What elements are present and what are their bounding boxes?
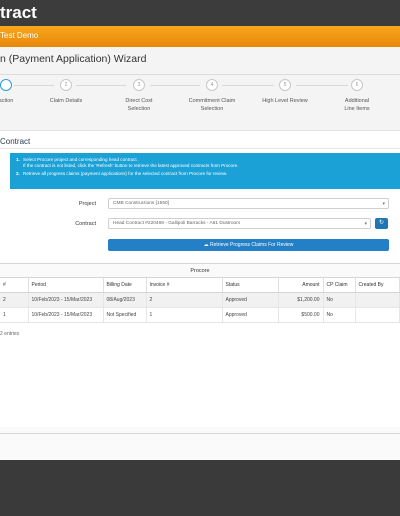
table-cell: 2: [0, 292, 29, 308]
table-cell: 10/Feb/2023 - 15/Mar/2023: [28, 307, 104, 323]
info-item: 2. Retrieve all progress claims (payment …: [16, 171, 400, 177]
column-header[interactable]: Created By: [355, 278, 400, 293]
info-item-text: Select Procore project and corresponding…: [23, 157, 138, 162]
footer-divider: [0, 433, 400, 434]
wizard-step-5[interactable]: 5 High Level Review: [245, 79, 325, 105]
table-cell: Not Specified: [103, 307, 147, 323]
step-circle: 6: [351, 79, 363, 91]
claims-table: Procore # Period Billing Date Invoice # …: [0, 263, 400, 325]
table-cell: [355, 292, 400, 308]
column-header[interactable]: Period: [28, 278, 104, 293]
step-label: Commitment Claim Selection: [188, 98, 236, 112]
step-label: Additional Line Items: [344, 98, 370, 112]
contract-card: Contract 1. Select Procore project and co…: [0, 130, 400, 427]
step-circle: 4: [206, 79, 218, 91]
column-header[interactable]: Amount: [278, 278, 324, 293]
table-cell: 08/Aug/2023: [103, 292, 147, 308]
column-header[interactable]: CP Claim: [323, 278, 356, 293]
table-cell: No: [323, 307, 356, 323]
contract-select-value: Head Contract #220469 - Gallipoli Barrac…: [113, 221, 241, 226]
column-header[interactable]: Invoice #: [146, 278, 223, 293]
table-row[interactable]: 1 10/Feb/2023 - 15/Mar/2023 Not Specifie…: [0, 307, 400, 323]
table-row[interactable]: 2 10/Feb/2023 - 15/Mar/2023 08/Aug/2023 …: [0, 292, 400, 308]
contract-label: Contract: [75, 221, 96, 227]
table-cell: $500.00: [278, 307, 324, 323]
step-circle: 5: [279, 79, 291, 91]
main-content: n (Payment Application) Wizard action 2 …: [0, 47, 400, 460]
title-divider: [0, 74, 400, 75]
table-cell: 2: [146, 292, 223, 308]
wizard-step-3[interactable]: 3 Direct Cost Selection: [99, 79, 179, 113]
wizard-steps: action 2 Claim Details 3 Direct Cost Sel…: [0, 79, 400, 131]
page: tract Test Demo n (Payment Application) …: [0, 0, 400, 516]
project-select-value: CMB Constructions [1550]: [113, 201, 169, 206]
table-cell: No: [323, 292, 356, 308]
page-footer: [0, 460, 400, 516]
info-callout: 1. Select Procore project and correspondi…: [10, 153, 400, 189]
step-label: Claim Details: [49, 98, 83, 104]
chevron-down-icon: ▾: [364, 221, 367, 227]
table-cell: Approved: [222, 307, 279, 323]
info-item: 1. Select Procore project and correspondi…: [16, 157, 400, 169]
table-cell: 1: [0, 307, 29, 323]
app-header: tract: [0, 0, 400, 26]
table-cell: Approved: [222, 292, 279, 308]
wizard-step-4[interactable]: 4 Commitment Claim Selection: [172, 79, 252, 113]
wizard-step-2[interactable]: 2 Claim Details: [26, 79, 106, 105]
table-cell: 10/Feb/2023 - 15/Mar/2023: [28, 292, 104, 308]
wizard-title: n (Payment Application) Wizard: [0, 53, 147, 65]
retrieve-claims-label: Retrieve Progress Claims For Review: [210, 242, 294, 248]
step-circle: 2: [60, 79, 72, 91]
table-header-row: # Period Billing Date Invoice # Status A…: [0, 278, 400, 293]
project-label: Project: [78, 201, 96, 207]
table-group-header: Procore: [0, 263, 400, 278]
info-item-text: Retrieve all progress claims (payment ap…: [23, 171, 228, 176]
step-circle: 3: [133, 79, 145, 91]
column-header[interactable]: Status: [222, 278, 279, 293]
step-circle: [0, 79, 12, 91]
section-title: Contract: [0, 137, 31, 146]
project-select[interactable]: CMB Constructions [1550] ▾: [108, 198, 389, 209]
refresh-icon: ↻: [378, 220, 385, 226]
entries-count: 2 entries: [0, 331, 20, 337]
column-header[interactable]: Billing Date: [103, 278, 147, 293]
info-item-number: 1.: [16, 157, 20, 162]
retrieve-claims-button[interactable]: ☁ Retrieve Progress Claims For Review: [108, 239, 389, 251]
wizard-step-6[interactable]: 6 Additional Line Items: [317, 79, 397, 113]
environment-banner: Test Demo: [0, 26, 400, 47]
table-cell: $1,200.00: [278, 292, 324, 308]
column-header[interactable]: #: [0, 278, 29, 293]
step-label: Direct Cost Selection: [125, 98, 153, 112]
card-footer: [0, 427, 400, 460]
cloud-download-icon: ☁: [203, 242, 209, 248]
contract-select[interactable]: Head Contract #220469 - Gallipoli Barrac…: [108, 218, 371, 229]
section-divider: [0, 148, 400, 149]
table-cell: 1: [146, 307, 223, 323]
window-title: tract: [0, 3, 37, 22]
step-label: High Level Review: [262, 98, 308, 104]
refresh-button[interactable]: ↻: [375, 218, 388, 229]
environment-label: Test Demo: [0, 31, 39, 40]
info-item-subtext: If the contract is not listed, click the…: [23, 163, 239, 168]
table-cell: [355, 307, 400, 323]
info-item-number: 2.: [16, 171, 20, 176]
chevron-down-icon: ▾: [382, 201, 385, 207]
